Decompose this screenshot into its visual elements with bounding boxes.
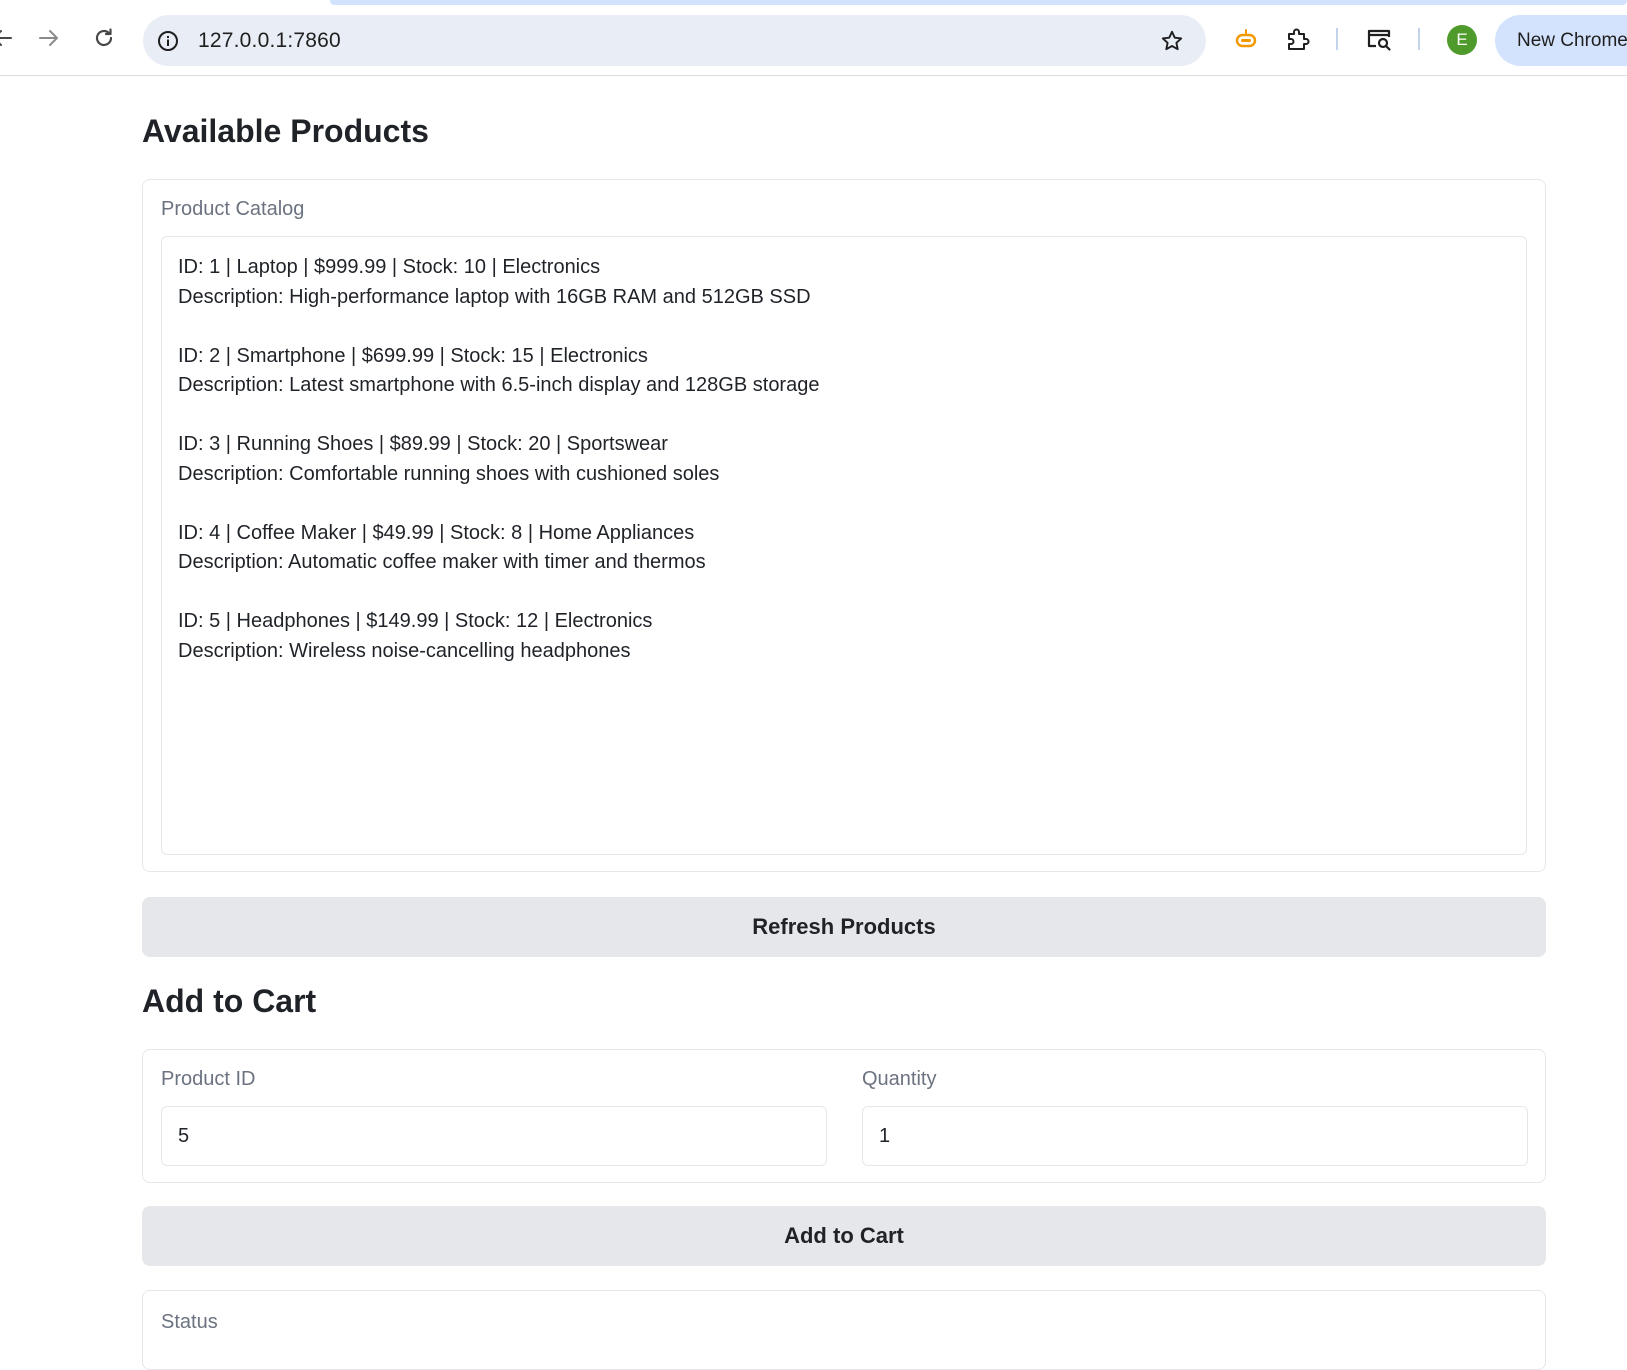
forward-arrow-icon[interactable]	[33, 22, 65, 54]
star-icon[interactable]	[1158, 27, 1186, 55]
status-label: Status	[161, 1311, 218, 1333]
product-description: Description: Comfortable running shoes w…	[178, 462, 720, 485]
tab-search-icon[interactable]	[1364, 24, 1394, 54]
list-item: ID: 4 | Coffee Maker | $49.99 | Stock: 8…	[178, 519, 1510, 578]
url-text: 127.0.0.1:7860	[198, 29, 341, 52]
address-bar[interactable]: 127.0.0.1:7860	[143, 15, 1206, 66]
quantity-label: Quantity	[862, 1068, 937, 1090]
product-summary: ID: 4 | Coffee Maker | $49.99 | Stock: 8…	[178, 521, 695, 544]
product-id-field[interactable]	[161, 1106, 827, 1166]
add-to-cart-button[interactable]: Add to Cart	[142, 1206, 1546, 1266]
toolbar-separator	[1418, 28, 1420, 50]
product-description: Description: Automatic coffee maker with…	[178, 551, 706, 573]
product-summary: ID: 5 | Headphones | $149.99 | Stock: 12…	[178, 610, 653, 632]
product-summary: ID: 1 | Laptop | $999.99 | Stock: 10 | E…	[178, 256, 601, 278]
product-description: Description: High-performance laptop wit…	[178, 285, 811, 308]
refresh-products-button[interactable]: Refresh Products	[142, 897, 1546, 957]
list-item: ID: 3 | Running Shoes | $89.99 | Stock: …	[178, 430, 1510, 489]
list-item: ID: 5 | Headphones | $149.99 | Stock: 12…	[178, 607, 1510, 666]
quantity-field[interactable]	[862, 1106, 1528, 1166]
info-icon[interactable]	[155, 28, 181, 54]
new-chrome-button[interactable]: New Chrome	[1495, 15, 1627, 66]
product-catalog-block: Product Catalog ID: 1 | Laptop | $999.99…	[142, 179, 1546, 872]
avatar[interactable]: E	[1447, 25, 1477, 55]
browser-toolbar: 127.0.0.1:7860 E New Chrome	[0, 0, 1627, 76]
product-catalog-label: Product Catalog	[161, 198, 305, 220]
status-block: Status	[142, 1290, 1546, 1370]
toolbar-separator	[1336, 28, 1338, 50]
list-item: ID: 2 | Smartphone | $699.99 | Stock: 15…	[178, 342, 1510, 401]
list-item: ID: 1 | Laptop | $999.99 | Stock: 10 | E…	[178, 253, 1510, 312]
reload-icon[interactable]	[88, 22, 120, 54]
tab-strip-edge	[330, 0, 1627, 5]
products-heading: Available Products	[142, 113, 429, 149]
product-id-label: Product ID	[161, 1068, 256, 1090]
puzzle-icon[interactable]	[1283, 24, 1313, 54]
add-to-cart-form: Product ID Quantity	[142, 1049, 1546, 1183]
product-summary: ID: 2 | Smartphone | $699.99 | Stock: 15…	[178, 344, 648, 367]
product-catalog-textarea[interactable]: ID: 1 | Laptop | $999.99 | Stock: 10 | E…	[161, 236, 1527, 855]
robot-extension-icon[interactable]	[1231, 24, 1261, 54]
product-description: Description: Wireless noise-cancelling h…	[178, 639, 631, 662]
back-arrow-icon[interactable]	[0, 22, 18, 54]
product-summary: ID: 3 | Running Shoes | $89.99 | Stock: …	[178, 433, 668, 455]
add-to-cart-heading: Add to Cart	[142, 983, 317, 1019]
product-description: Description: Latest smartphone with 6.5-…	[178, 374, 820, 396]
